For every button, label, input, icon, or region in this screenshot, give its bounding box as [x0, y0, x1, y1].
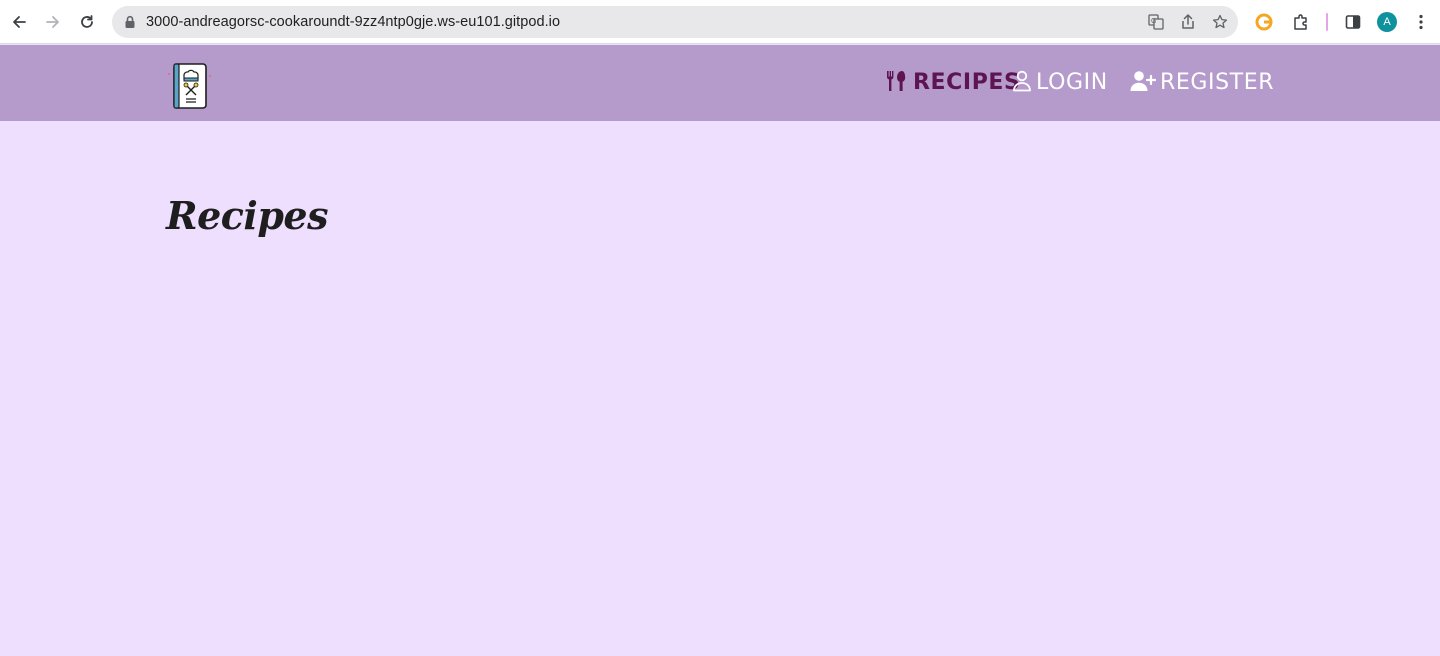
nav-login-label: Login	[1036, 70, 1108, 95]
share-icon[interactable]	[1179, 13, 1197, 31]
forward-icon[interactable]	[41, 10, 65, 34]
user-icon	[1012, 70, 1032, 97]
translate-icon[interactable]: G	[1147, 13, 1165, 31]
side-panel-icon[interactable]	[1342, 11, 1364, 33]
kebab-menu-icon[interactable]	[1410, 11, 1432, 33]
site-header: Recipes Login Register	[0, 45, 1440, 121]
url-text[interactable]: 3000-andreagorsc-cookaroundt-9zz4ntp0gje…	[146, 6, 560, 38]
nav-register-link[interactable]: Register	[1130, 67, 1274, 99]
page-title: Recipes	[166, 193, 328, 238]
profile-avatar[interactable]: A	[1377, 12, 1397, 32]
toolbar-separator	[1326, 13, 1328, 31]
reload-icon[interactable]	[75, 10, 99, 34]
star-icon[interactable]	[1211, 13, 1229, 31]
cutlery-icon	[885, 70, 909, 97]
extensions-icon[interactable]	[1290, 11, 1312, 33]
grammarly-icon[interactable]	[1253, 11, 1275, 33]
nav-register-label: Register	[1160, 70, 1275, 95]
nav-recipes-label: Recipes	[913, 70, 1021, 95]
nav-recipes-link[interactable]: Recipes	[885, 67, 1021, 99]
user-plus-icon	[1130, 70, 1157, 97]
back-icon[interactable]	[7, 10, 31, 34]
nav-login-link[interactable]: Login	[1012, 67, 1108, 99]
svg-text:G: G	[1151, 18, 1156, 25]
chef-cookbook-logo-icon[interactable]	[166, 61, 214, 109]
address-bar[interactable]: 3000-andreagorsc-cookaroundt-9zz4ntp0gje…	[112, 6, 1238, 38]
lock-icon[interactable]	[121, 13, 139, 31]
browser-toolbar: 3000-andreagorsc-cookaroundt-9zz4ntp0gje…	[0, 0, 1440, 44]
